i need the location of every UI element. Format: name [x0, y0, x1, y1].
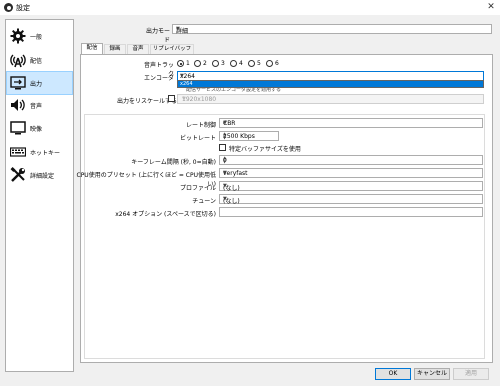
chevron-down-icon: ▼: [182, 96, 186, 102]
encoder-option-x264[interactable]: x264: [178, 81, 483, 87]
bitrate-label: ビットレート: [179, 135, 216, 142]
custom-buffer-checkbox[interactable]: [219, 144, 226, 151]
audio-track-option-label: 4: [239, 60, 243, 67]
rate-control-label: レート制御: [185, 122, 216, 129]
broadcast-antenna-icon: [10, 54, 26, 68]
chevron-down-icon: ▼: [223, 196, 227, 202]
chevron-down-icon: ▼: [223, 183, 227, 189]
keyframe-interval-label: キーフレーム間隔 (秒, 0=自動): [131, 159, 216, 166]
close-button[interactable]: ✕: [484, 1, 498, 14]
audio-track-option-label: 2: [203, 60, 207, 67]
rescale-checkbox[interactable]: [168, 95, 175, 102]
obs-logo-icon: [4, 3, 13, 12]
sidebar-item-label: 映像: [30, 126, 43, 133]
rate-control-select[interactable]: CBR ▼: [219, 118, 483, 128]
tab-recording[interactable]: 録画: [104, 44, 126, 54]
cpu-preset-select[interactable]: veryfast ▼: [219, 168, 483, 178]
tools-icon: [10, 167, 25, 182]
x264-options-label: x264 オプション (スペースで区切る): [115, 211, 216, 218]
chevron-down-icon: ▼: [223, 170, 227, 176]
keyboard-icon: [10, 147, 26, 157]
audio-track-option-label: 5: [257, 60, 261, 67]
bitrate-spinbox[interactable]: 2500 Kbps ▲ ▼: [219, 131, 279, 141]
spin-arrows-icon: ▲ ▼: [223, 131, 227, 140]
title-bar: 設定 ✕: [0, 0, 500, 15]
sidebar-item-audio[interactable]: 音声: [6, 93, 73, 117]
audio-track-radio-1[interactable]: [177, 60, 184, 67]
encoder-option-label: x264: [180, 81, 193, 87]
cancel-button[interactable]: キャンセル: [414, 368, 450, 380]
sidebar-item-general[interactable]: 一般: [6, 24, 73, 48]
output-mode-label: 出力モード: [145, 28, 170, 44]
x264-options-input[interactable]: [219, 207, 483, 217]
sidebar-item-stream[interactable]: 配信: [6, 48, 73, 72]
chevron-down-icon: ▼: [180, 73, 184, 79]
gear-icon: [10, 28, 26, 44]
tune-select[interactable]: (なし) ▼: [219, 194, 483, 205]
sidebar-item-label: 詳細設定: [30, 173, 55, 180]
custom-buffer-label: 特定バッファサイズを使用: [229, 146, 301, 153]
chevron-down-icon: ▼: [223, 120, 227, 126]
apply-button[interactable]: 適用: [453, 368, 489, 380]
keyframe-interval-spinbox[interactable]: 0 ▲ ▼: [219, 155, 483, 165]
sidebar-item-label: 音声: [30, 103, 43, 110]
audio-track-radio-4[interactable]: [230, 60, 237, 67]
audio-track-option-label: 3: [221, 60, 225, 67]
audio-track-radio-3[interactable]: [212, 60, 219, 67]
tune-label: チューン: [192, 198, 216, 205]
spin-arrows-icon: ▲ ▼: [223, 155, 227, 164]
monitor-icon: [10, 121, 26, 135]
audio-track-option-label: 6: [275, 60, 279, 67]
tab-stream[interactable]: 配信: [81, 43, 103, 54]
profile-select[interactable]: (なし) ▼: [219, 181, 483, 192]
rescale-resolution-select: 1920x1080 ▼: [177, 94, 484, 104]
sidebar-item-label: 一般: [30, 34, 43, 41]
tab-audio[interactable]: 音声: [127, 44, 149, 54]
sidebar-item-label: 配信: [30, 58, 43, 65]
sidebar-item-label: 出力: [30, 81, 43, 88]
sidebar-item-output[interactable]: 出力: [6, 71, 73, 95]
chevron-down-icon: ▼: [176, 26, 180, 32]
audio-track-option-label: 1: [186, 60, 190, 67]
sidebar-item-advanced[interactable]: 詳細設定: [6, 163, 73, 187]
ok-button[interactable]: OK: [375, 368, 411, 380]
sidebar-item-hotkeys[interactable]: ホットキー: [6, 140, 73, 164]
encoder-label: エンコーダ: [143, 75, 174, 82]
audio-track-radio-5[interactable]: [248, 60, 255, 67]
encoder-dropdown-list: x264: [177, 80, 484, 88]
output-monitor-icon: [10, 76, 26, 90]
window-title: 設定: [16, 4, 30, 12]
tab-replay-buffer[interactable]: リプレイバッファ: [150, 44, 194, 61]
audio-track-radio-6[interactable]: [266, 60, 273, 67]
sidebar-item-label: ホットキー: [30, 150, 61, 157]
speaker-icon: [11, 99, 25, 111]
settings-sidebar: 一般 配信 出力 音声 映像 ホットキー 詳細設定: [5, 19, 74, 372]
sidebar-item-video[interactable]: 映像: [6, 116, 73, 140]
output-mode-select[interactable]: 詳細 ▼: [172, 24, 492, 35]
audio-track-radio-2[interactable]: [194, 60, 201, 67]
profile-label: プロファイル: [179, 185, 216, 192]
